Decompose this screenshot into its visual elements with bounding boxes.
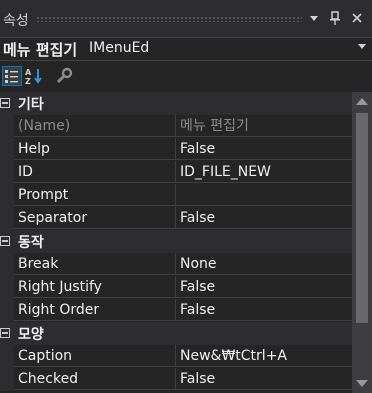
property-row[interactable]: Checked False xyxy=(0,368,352,391)
property-value[interactable]: False xyxy=(176,276,352,298)
property-value[interactable]: New&₩tCtrl+A xyxy=(176,345,352,367)
property-value[interactable]: False xyxy=(176,299,352,321)
category-header[interactable]: 모양 xyxy=(0,322,352,345)
category-label: 동작 xyxy=(18,235,44,251)
property-name: (Name) xyxy=(14,115,176,137)
property-row[interactable]: Caption New&₩tCtrl+A xyxy=(0,345,352,368)
property-row[interactable]: Break None xyxy=(0,253,352,276)
property-name: Help xyxy=(14,138,176,160)
property-row[interactable]: Help False xyxy=(0,138,352,161)
svg-text:A: A xyxy=(25,68,32,77)
collapse-toggle-icon[interactable] xyxy=(0,98,10,108)
category-header[interactable]: 동작 xyxy=(0,230,352,253)
property-name: Break xyxy=(14,253,176,275)
scrollbar-thumb[interactable] xyxy=(356,113,368,323)
property-name: Caption xyxy=(14,345,176,367)
property-value[interactable]: 메뉴 편집기 xyxy=(176,115,352,137)
collapse-toggle-icon[interactable] xyxy=(0,236,10,246)
property-name: Right Justify xyxy=(14,276,176,298)
properties-title-bar: 속성 xyxy=(0,0,372,38)
property-name: Checked xyxy=(14,368,176,390)
property-name: Separator xyxy=(14,207,176,229)
category-header[interactable]: 기타 xyxy=(0,92,352,115)
property-value[interactable]: ID_FILE_NEW xyxy=(176,161,352,183)
property-row[interactable]: (Name) 메뉴 편집기 xyxy=(0,115,352,138)
property-row[interactable]: Prompt xyxy=(0,184,352,207)
vertical-scrollbar[interactable] xyxy=(352,92,372,393)
property-grid: 기타 (Name) 메뉴 편집기 Help False ID ID_FILE_N… xyxy=(0,92,352,393)
property-name: Prompt xyxy=(14,184,176,206)
category-label: 기타 xyxy=(18,97,44,113)
property-row[interactable]: Separator False xyxy=(0,207,352,230)
close-icon[interactable] xyxy=(348,9,366,27)
property-value[interactable]: False xyxy=(176,368,352,390)
chevron-down-icon[interactable] xyxy=(305,9,323,27)
alphabetical-icon[interactable]: A Z xyxy=(24,66,44,86)
property-name: Right Order xyxy=(14,299,176,321)
property-pages-icon[interactable] xyxy=(54,66,74,86)
object-selector[interactable]: 메뉴 편집기 IMenuEd xyxy=(0,38,372,61)
categorized-icon[interactable] xyxy=(2,66,22,86)
category-label: 모양 xyxy=(18,327,44,343)
property-row[interactable]: Right Order False xyxy=(0,299,352,322)
property-value[interactable]: False xyxy=(176,138,352,160)
svg-text:Z: Z xyxy=(25,77,31,86)
chevron-down-icon[interactable] xyxy=(358,42,366,53)
scroll-down-icon[interactable] xyxy=(356,380,368,387)
collapse-toggle-icon[interactable] xyxy=(0,328,10,338)
property-name: ID xyxy=(14,161,176,183)
drag-grip[interactable] xyxy=(36,16,302,22)
properties-toolbar: A Z xyxy=(0,63,372,90)
object-name: 메뉴 편집기 xyxy=(3,41,78,59)
property-value[interactable]: False xyxy=(176,207,352,229)
property-row[interactable]: Right Justify False xyxy=(0,276,352,299)
panel-title: 속성 xyxy=(3,13,29,29)
property-value[interactable]: None xyxy=(176,253,352,275)
property-row[interactable]: ID ID_FILE_NEW xyxy=(0,161,352,184)
object-type: IMenuEd xyxy=(89,40,150,56)
pin-icon[interactable] xyxy=(326,9,344,27)
scroll-up-icon[interactable] xyxy=(356,98,368,105)
property-value[interactable] xyxy=(176,184,352,206)
